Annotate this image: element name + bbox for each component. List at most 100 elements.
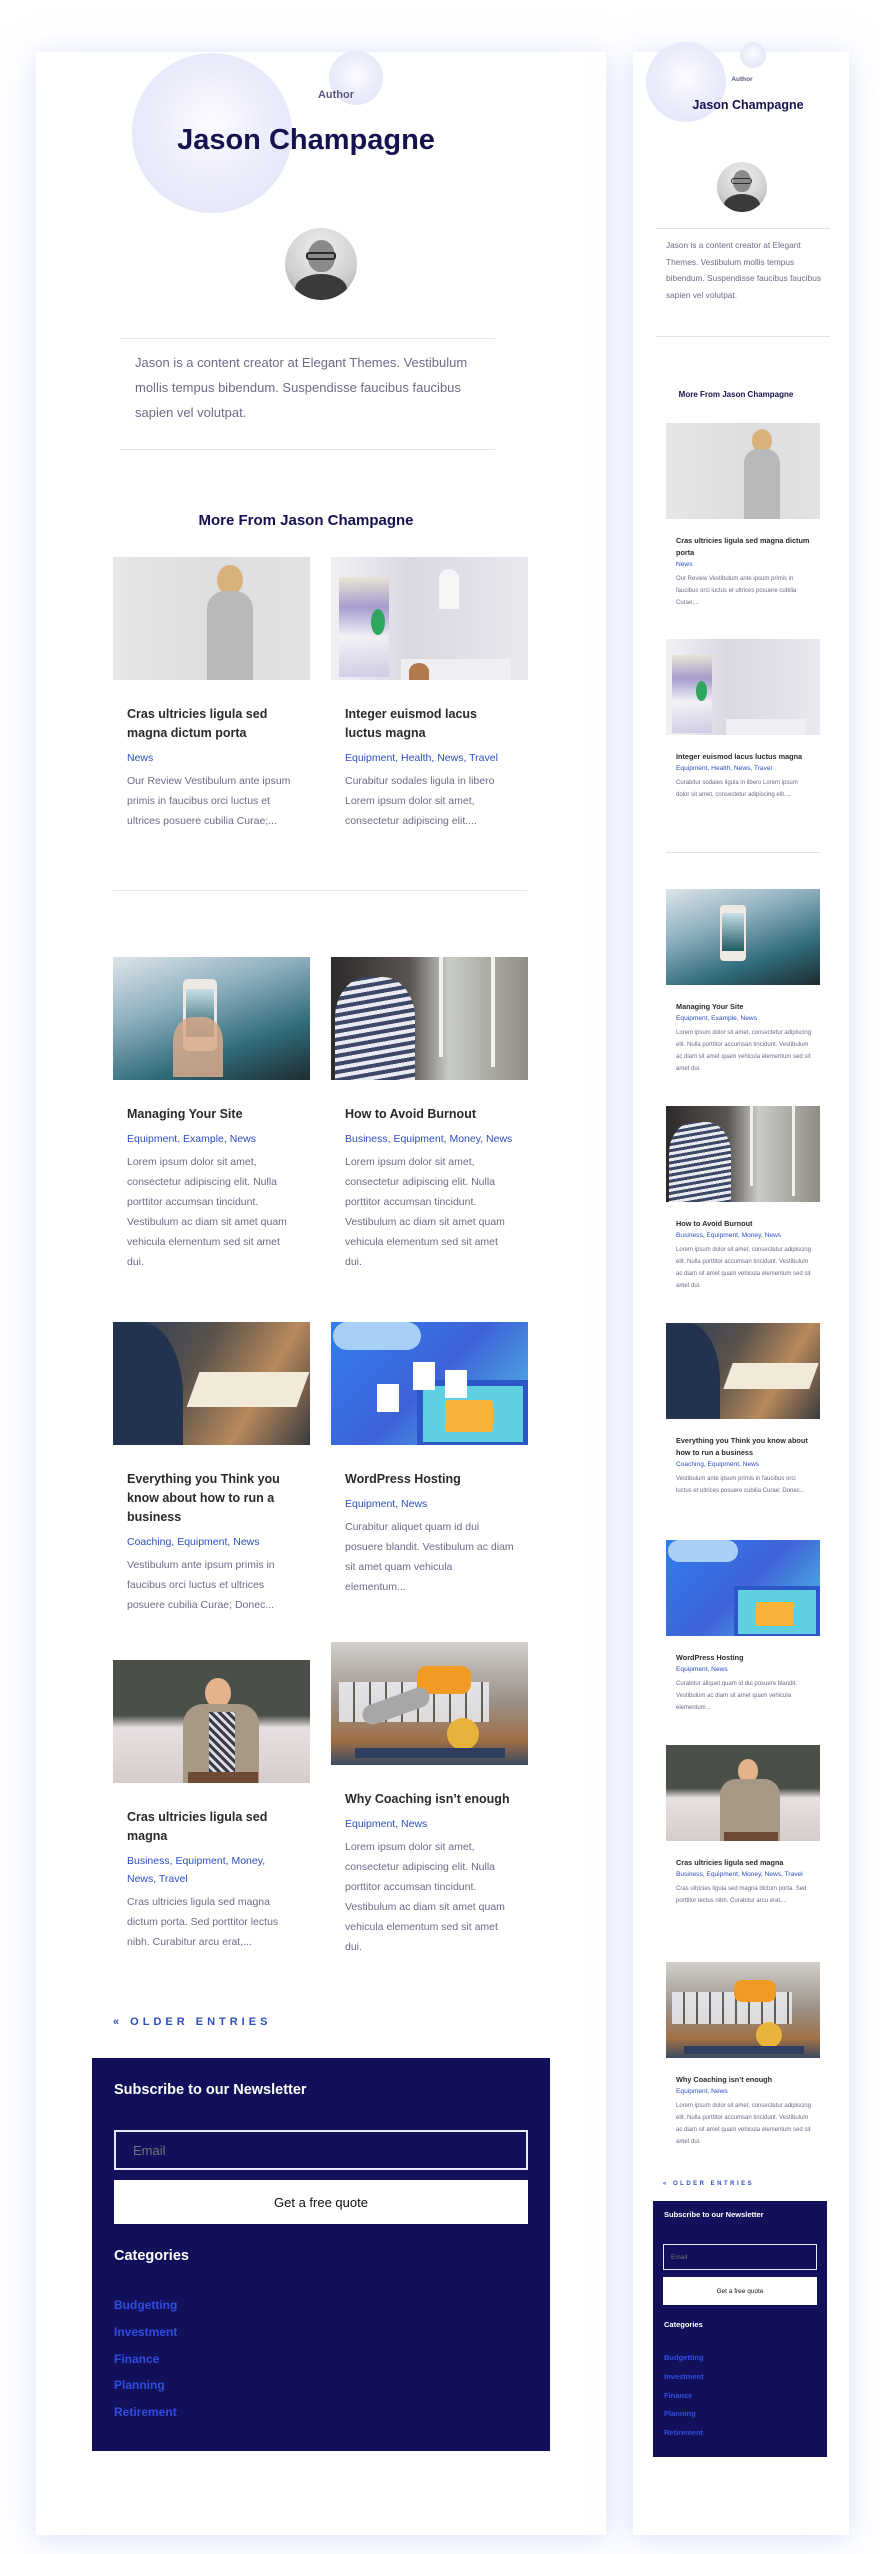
post-thumbnail[interactable]: [666, 423, 820, 519]
post-thumbnail[interactable]: [666, 639, 820, 735]
post-categories[interactable]: Equipment, News: [676, 2086, 812, 2098]
post-thumbnail[interactable]: [666, 1323, 820, 1419]
post-excerpt: Cras ultricies ligula sed magna dictum p…: [676, 1886, 807, 1904]
post-title[interactable]: How to Avoid Burnout: [345, 1105, 515, 1124]
post-title[interactable]: Managing Your Site: [127, 1105, 297, 1124]
category-link-planning[interactable]: Planning: [114, 2378, 165, 2392]
post-title[interactable]: Integer euismod lacus luctus magna: [676, 751, 812, 763]
post-excerpt: Our Review Vestibulum ante ipsum primis …: [127, 775, 291, 827]
post-thumbnail[interactable]: [331, 957, 528, 1080]
category-link-investment[interactable]: Investment: [114, 2325, 177, 2339]
post-thumbnail[interactable]: [113, 1660, 310, 1783]
post-thumbnail[interactable]: [331, 557, 528, 680]
post-excerpt: Our Review Vestibulum ante ipsum primis …: [676, 576, 797, 606]
author-name: Jason Champagne: [692, 98, 804, 112]
post-categories[interactable]: Equipment, News: [676, 1664, 812, 1676]
post-categories[interactable]: Equipment, Example, News: [676, 1013, 812, 1025]
post-title[interactable]: How to Avoid Burnout: [676, 1218, 812, 1230]
more-from-title: More From Jason Champagne: [678, 390, 794, 399]
bio-divider-top: [656, 228, 830, 229]
post-title[interactable]: Cras ultricies ligula sed magna dictum p…: [127, 705, 297, 743]
post-categories[interactable]: Business, Equipment, Money, News: [345, 1130, 515, 1148]
post-categories[interactable]: Equipment, Health, News, Travel: [676, 763, 812, 775]
newsletter-panel: Subscribe to our Newsletter Get a free q…: [92, 2058, 550, 2451]
author-label: Author: [731, 76, 753, 83]
post-excerpt: Lorem ipsum dolor sit amet, consectetur …: [676, 1030, 812, 1072]
post-thumbnail[interactable]: [666, 1962, 820, 2058]
bio-divider-top: [120, 338, 495, 339]
post-title[interactable]: Everything you Think you know about how …: [127, 1470, 297, 1527]
older-entries-link[interactable]: « OLDER ENTRIES: [113, 2016, 271, 2028]
category-link-retirement[interactable]: Retirement: [664, 2428, 703, 2437]
post-thumbnail[interactable]: [113, 1322, 310, 1445]
post-categories[interactable]: News: [127, 749, 297, 767]
post-thumbnail[interactable]: [113, 557, 310, 680]
decorative-bubble-small: [740, 42, 766, 68]
author-avatar: [717, 162, 767, 212]
post-categories[interactable]: Equipment, Health, News, Travel: [345, 749, 515, 767]
post-categories[interactable]: Business, Equipment, Money, News: [676, 1230, 812, 1242]
post-thumbnail[interactable]: [331, 1322, 528, 1445]
categories-title: Categories: [664, 2320, 703, 2329]
category-link-finance[interactable]: Finance: [114, 2352, 159, 2366]
author-name: Jason Champagne: [177, 124, 435, 156]
category-link-budgetting[interactable]: Budgetting: [114, 2298, 177, 2312]
newsletter-title: Subscribe to our Newsletter: [664, 2210, 764, 2219]
get-quote-button[interactable]: Get a free quote: [114, 2180, 528, 2224]
post-title[interactable]: Why Coaching isn’t enough: [345, 1790, 515, 1809]
author-avatar: [285, 228, 357, 300]
post-categories[interactable]: Equipment, Example, News: [127, 1130, 297, 1148]
post-categories[interactable]: Equipment, News: [345, 1495, 515, 1513]
post-thumbnail[interactable]: [666, 1540, 820, 1636]
posts-divider: [666, 852, 820, 853]
get-quote-button[interactable]: Get a free quote: [663, 2277, 817, 2305]
post-categories[interactable]: Coaching, Equipment, News: [676, 1459, 812, 1471]
author-bio: Jason is a content creator at Elegant Th…: [135, 355, 468, 420]
categories-title: Categories: [114, 2248, 189, 2264]
category-link-budgetting[interactable]: Budgetting: [664, 2353, 704, 2362]
category-link-investment[interactable]: Investment: [664, 2372, 704, 2381]
desktop-author-page: Author Jason Champagne Jason is a conten…: [36, 51, 606, 2535]
post-excerpt: Lorem ipsum dolor sit amet, consectetur …: [676, 2103, 812, 2145]
category-link-finance[interactable]: Finance: [664, 2391, 692, 2400]
post-categories[interactable]: Equipment, News: [345, 1815, 515, 1833]
newsletter-title: Subscribe to our Newsletter: [114, 2082, 307, 2098]
post-title[interactable]: Cras ultricies ligula sed magna: [127, 1808, 297, 1846]
post-title[interactable]: WordPress Hosting: [676, 1652, 812, 1664]
post-categories[interactable]: News: [676, 559, 812, 571]
post-thumbnail[interactable]: [666, 1745, 820, 1841]
post-thumbnail[interactable]: [113, 957, 310, 1080]
post-categories[interactable]: Coaching, Equipment, News: [127, 1533, 297, 1551]
post-title[interactable]: Managing Your Site: [676, 1001, 812, 1013]
post-excerpt: Curabitur sodales ligula in libero Lorem…: [676, 780, 798, 798]
bio-divider-bottom: [120, 449, 495, 450]
more-from-title: More From Jason Champagne: [198, 512, 414, 529]
post-title[interactable]: Cras ultricies ligula sed magna dictum p…: [676, 535, 812, 559]
post-categories[interactable]: Business, Equipment, Money, News, Travel: [676, 1869, 812, 1881]
posts-divider: [113, 890, 527, 891]
older-entries-link[interactable]: « OLDER ENTRIES: [663, 2181, 754, 2187]
category-link-retirement[interactable]: Retirement: [114, 2405, 177, 2419]
email-input[interactable]: [114, 2130, 528, 2170]
post-excerpt: Curabitur aliquet quam id dui posuere bl…: [676, 1681, 798, 1711]
post-excerpt: Lorem ipsum dolor sit amet, consectetur …: [127, 1156, 287, 1268]
post-title[interactable]: Cras ultricies ligula sed magna: [676, 1857, 812, 1869]
post-excerpt: Vestibulum ante ipsum primis in faucibus…: [127, 1559, 275, 1611]
post-thumbnail[interactable]: [666, 889, 820, 985]
post-excerpt: Curabitur aliquet quam id dui posuere bl…: [345, 1521, 514, 1593]
post-excerpt: Lorem ipsum dolor sit amet, consectetur …: [676, 1247, 812, 1289]
email-input[interactable]: [663, 2244, 817, 2270]
bio-divider-bottom: [656, 336, 830, 337]
post-title[interactable]: Why Coaching isn’t enough: [676, 2074, 812, 2086]
newsletter-panel: Subscribe to our Newsletter Get a free q…: [653, 2201, 827, 2457]
post-title[interactable]: WordPress Hosting: [345, 1470, 515, 1489]
author-bio: Jason is a content creator at Elegant Th…: [666, 240, 821, 300]
mobile-author-page: Author Jason Champagne Jason is a conten…: [633, 42, 849, 2535]
post-title[interactable]: Integer euismod lacus luctus magna: [345, 705, 515, 743]
category-link-planning[interactable]: Planning: [664, 2409, 696, 2418]
post-thumbnail[interactable]: [331, 1642, 528, 1765]
post-title[interactable]: Everything you Think you know about how …: [676, 1435, 812, 1459]
post-excerpt: Curabitur sodales ligula in libero Lorem…: [345, 775, 495, 827]
post-categories[interactable]: Business, Equipment, Money, News, Travel: [127, 1852, 297, 1888]
post-thumbnail[interactable]: [666, 1106, 820, 1202]
